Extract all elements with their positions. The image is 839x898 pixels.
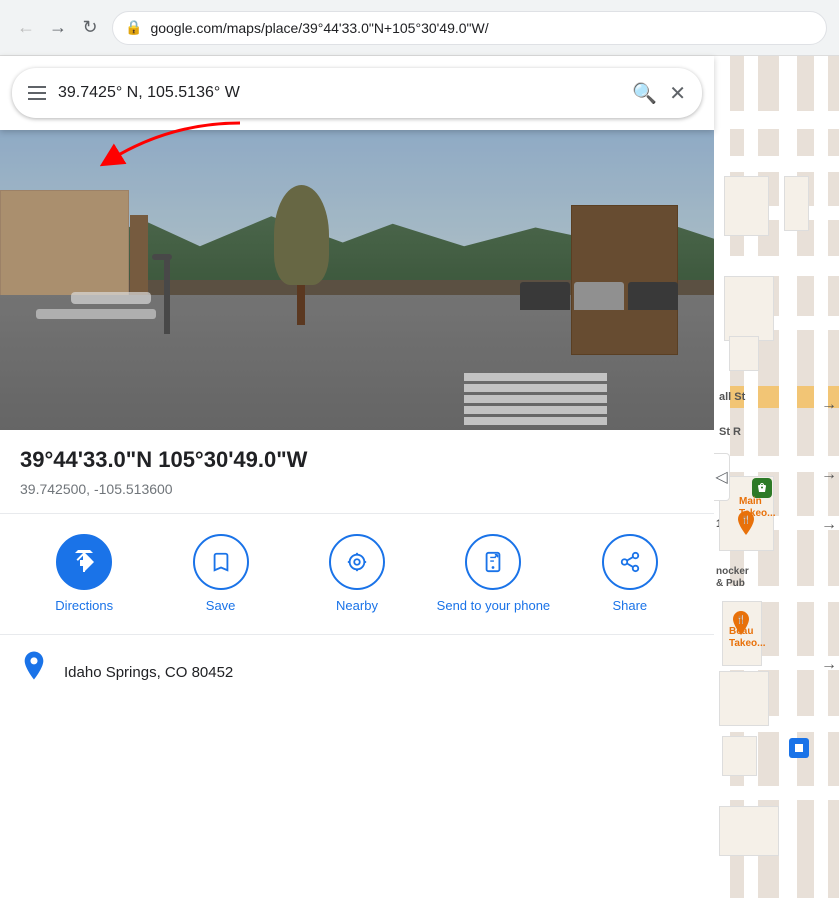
place-decimal: 39.742500, -105.513600 xyxy=(20,481,694,497)
location-pin-icon xyxy=(20,651,48,694)
nearby-button[interactable]: Nearby xyxy=(293,534,421,615)
map-arrow-right-2: → xyxy=(821,466,837,484)
map-arrow-right-1: → xyxy=(821,396,837,414)
share-button[interactable]: Share xyxy=(566,534,694,615)
forward-button[interactable]: → xyxy=(44,14,72,42)
svg-text:🍴: 🍴 xyxy=(736,614,746,624)
map-panel[interactable]: → → → → all St St R 15th Ave xyxy=(714,56,839,898)
divider-1 xyxy=(0,513,714,514)
divider-2 xyxy=(0,634,714,635)
map-place-label-2: nocker& Pub xyxy=(716,566,749,590)
map-block-1 xyxy=(724,176,769,236)
map-label-all-st: all St xyxy=(719,391,745,403)
nearby-label: Nearby xyxy=(336,598,378,615)
search-bar-container: 39.7425° N, 105.5136° W 🔍 ✕ xyxy=(0,56,714,130)
send-to-phone-button[interactable]: Send to your phone xyxy=(429,534,557,615)
left-panel: 39.7425° N, 105.5136° W 🔍 ✕ xyxy=(0,56,714,898)
place-title: 39°44'33.0"N 105°30'49.0"W xyxy=(20,446,694,475)
hamburger-icon[interactable] xyxy=(28,86,46,100)
directions-button[interactable]: Directions xyxy=(20,534,148,615)
search-bar[interactable]: 39.7425° N, 105.5136° W 🔍 ✕ xyxy=(12,68,702,118)
lock-icon: 🔒 xyxy=(125,19,142,36)
map-arrow-right-4: → xyxy=(821,656,837,674)
nearby-circle xyxy=(329,534,385,590)
directions-label: Directions xyxy=(55,598,113,615)
directions-circle xyxy=(56,534,112,590)
map-label-str: St R xyxy=(719,426,741,438)
save-icon xyxy=(210,551,232,573)
map-block-8 xyxy=(722,736,757,776)
map-background: → → → → all St St R 15th Ave xyxy=(714,56,839,898)
map-block-4 xyxy=(729,336,759,371)
save-circle xyxy=(193,534,249,590)
map-marker-green[interactable] xyxy=(752,478,772,498)
map-block-7 xyxy=(719,671,769,726)
save-label: Save xyxy=(206,598,236,615)
map-marker-blue[interactable] xyxy=(789,738,809,758)
close-button[interactable]: ✕ xyxy=(669,81,686,106)
map-place-label-3: BeauTakeo... xyxy=(729,626,766,650)
nearby-icon xyxy=(346,551,368,573)
search-button[interactable]: 🔍 xyxy=(632,81,657,106)
action-buttons: Directions Save xyxy=(20,534,694,635)
main-layout: 39.7425° N, 105.5136° W 🔍 ✕ xyxy=(0,56,839,898)
nav-buttons: ← → ↻ xyxy=(12,14,104,42)
browser-chrome: ← → ↻ 🔒 google.com/maps/place/39°44'33.0… xyxy=(0,0,839,56)
send-to-phone-circle xyxy=(465,534,521,590)
refresh-button[interactable]: ↻ xyxy=(76,14,104,42)
panel-toggle[interactable]: ◁ xyxy=(714,453,730,501)
url-text: google.com/maps/place/39°44'33.0"N+105°3… xyxy=(150,20,814,36)
search-text: 39.7425° N, 105.5136° W xyxy=(58,84,620,102)
map-block-9 xyxy=(719,806,779,856)
location-text: Idaho Springs, CO 80452 xyxy=(64,664,233,681)
street-view-image xyxy=(0,130,714,430)
save-button[interactable]: Save xyxy=(156,534,284,615)
map-arrow-right-3: → xyxy=(821,516,837,534)
back-button[interactable]: ← xyxy=(12,14,40,42)
share-label: Share xyxy=(612,598,647,615)
address-bar[interactable]: 🔒 google.com/maps/place/39°44'33.0"N+105… xyxy=(112,11,827,45)
send-to-phone-icon xyxy=(482,551,504,573)
map-block-3 xyxy=(724,276,774,341)
share-icon xyxy=(619,551,641,573)
directions-icon xyxy=(72,550,96,574)
location-row: Idaho Springs, CO 80452 xyxy=(20,651,694,694)
send-to-phone-label: Send to your phone xyxy=(437,598,550,615)
map-block-2 xyxy=(784,176,809,231)
map-place-label-1: MainTakeo... xyxy=(739,496,776,520)
info-panel: 39°44'33.0"N 105°30'49.0"W 39.742500, -1… xyxy=(0,430,714,898)
share-circle xyxy=(602,534,658,590)
